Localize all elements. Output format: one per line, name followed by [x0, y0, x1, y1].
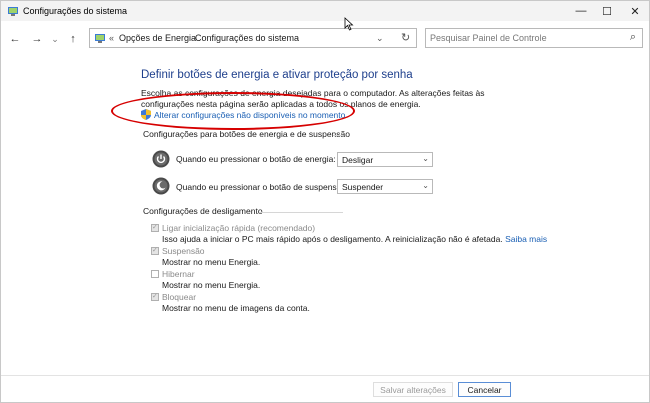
change-settings-link-text[interactable]: Alterar configurações não disponíveis no… — [154, 110, 345, 120]
page-title: Definir botões de energia e ativar prote… — [141, 69, 413, 81]
fast-startup-title: Ligar inicialização rápida (recomendado) — [162, 223, 316, 233]
search-placeholder: Pesquisar Painel de Controle — [430, 33, 547, 43]
checkmark-icon: ✓ — [152, 247, 158, 254]
hibernate-checkbox[interactable] — [151, 270, 159, 278]
maximize-button[interactable]: ☐ — [593, 1, 621, 21]
section-divider — [333, 135, 343, 136]
address-bar[interactable]: « Opções de Energia › Configurações do s… — [89, 28, 417, 48]
power-button-action-select[interactable]: Desligar ⌄ — [337, 152, 433, 167]
title-bar: Configurações do sistema — ☐ ✕ — [1, 1, 649, 21]
fast-startup-description-text: Isso ajuda a iniciar o PC mais rápido ap… — [162, 234, 503, 244]
window-title: Configurações do sistema — [23, 6, 128, 16]
breadcrumb-system-settings[interactable]: Configurações do sistema — [195, 33, 299, 43]
sleep-checkbox[interactable]: ✓ — [151, 247, 159, 255]
forward-arrow-icon[interactable]: → — [29, 31, 45, 47]
control-panel-icon — [8, 7, 18, 16]
back-arrow-icon[interactable]: ← — [7, 31, 23, 47]
lock-description: Mostrar no menu de imagens da conta. — [162, 303, 310, 313]
control-panel-icon — [95, 34, 105, 43]
power-button-label: Quando eu pressionar o botão de energia: — [176, 154, 336, 164]
learn-more-link[interactable]: Saiba mais — [505, 234, 547, 244]
power-buttons-section-title: Configurações para botões de energia e d… — [143, 129, 350, 139]
system-settings-window: Configurações do sistema — ☐ ✕ ← → ⌄ ↑ «… — [0, 0, 650, 403]
close-button[interactable]: ✕ — [621, 1, 649, 21]
address-row: ← → ⌄ ↑ « Opções de Energia › Configuraç… — [1, 28, 649, 50]
mouse-cursor-icon — [344, 17, 354, 31]
breadcrumb-overflow[interactable]: « — [109, 33, 114, 43]
lock-title: Bloquear — [162, 292, 197, 302]
minimize-button[interactable]: — — [567, 1, 595, 21]
save-changes-button[interactable]: Salvar alterações — [373, 382, 453, 397]
sleep-button-icon — [152, 177, 170, 195]
lock-checkbox[interactable]: ✓ — [151, 293, 159, 301]
footer-divider — [1, 375, 649, 376]
search-icon[interactable]: ⌕ — [630, 31, 636, 44]
address-dropdown-icon[interactable]: ⌄ — [376, 33, 384, 44]
chevron-down-icon: ⌄ — [422, 181, 429, 190]
checkmark-icon: ✓ — [152, 293, 158, 300]
cancel-button[interactable]: Cancelar — [458, 382, 511, 397]
sleep-title: Suspensão — [162, 246, 205, 256]
chevron-down-icon: ⌄ — [422, 154, 429, 163]
fast-startup-checkbox[interactable]: ✓ — [151, 224, 159, 232]
hibernate-title: Hibernar — [162, 269, 195, 279]
change-settings-link[interactable]: Alterar configurações não disponíveis no… — [141, 109, 345, 120]
section-divider — [259, 212, 343, 213]
checkmark-icon: ✓ — [152, 224, 158, 231]
sleep-button-action-select[interactable]: Suspender ⌄ — [337, 179, 433, 194]
power-button-action-value: Desligar — [342, 155, 374, 165]
sleep-button-label: Quando eu pressionar o botão de suspensã… — [176, 182, 349, 192]
refresh-icon[interactable]: ↻ — [401, 31, 410, 44]
power-button-icon — [152, 150, 170, 168]
hibernate-description: Mostrar no menu Energia. — [162, 280, 261, 290]
page-description: Escolha as configurações de energia dese… — [141, 88, 485, 109]
shutdown-section-title: Configurações de desligamento — [143, 206, 263, 216]
recent-dropdown-icon[interactable]: ⌄ — [47, 31, 63, 47]
sleep-button-action-value: Suspender — [342, 182, 384, 192]
uac-shield-icon — [141, 109, 151, 120]
search-input[interactable]: Pesquisar Painel de Controle ⌕ — [425, 28, 643, 48]
fast-startup-description: Isso ajuda a iniciar o PC mais rápido ap… — [162, 234, 547, 244]
breadcrumb-separator-icon: › — [186, 33, 189, 43]
up-arrow-icon[interactable]: ↑ — [65, 31, 81, 47]
breadcrumb-power-options[interactable]: Opções de Energia — [119, 33, 196, 43]
sleep-description: Mostrar no menu Energia. — [162, 257, 261, 267]
